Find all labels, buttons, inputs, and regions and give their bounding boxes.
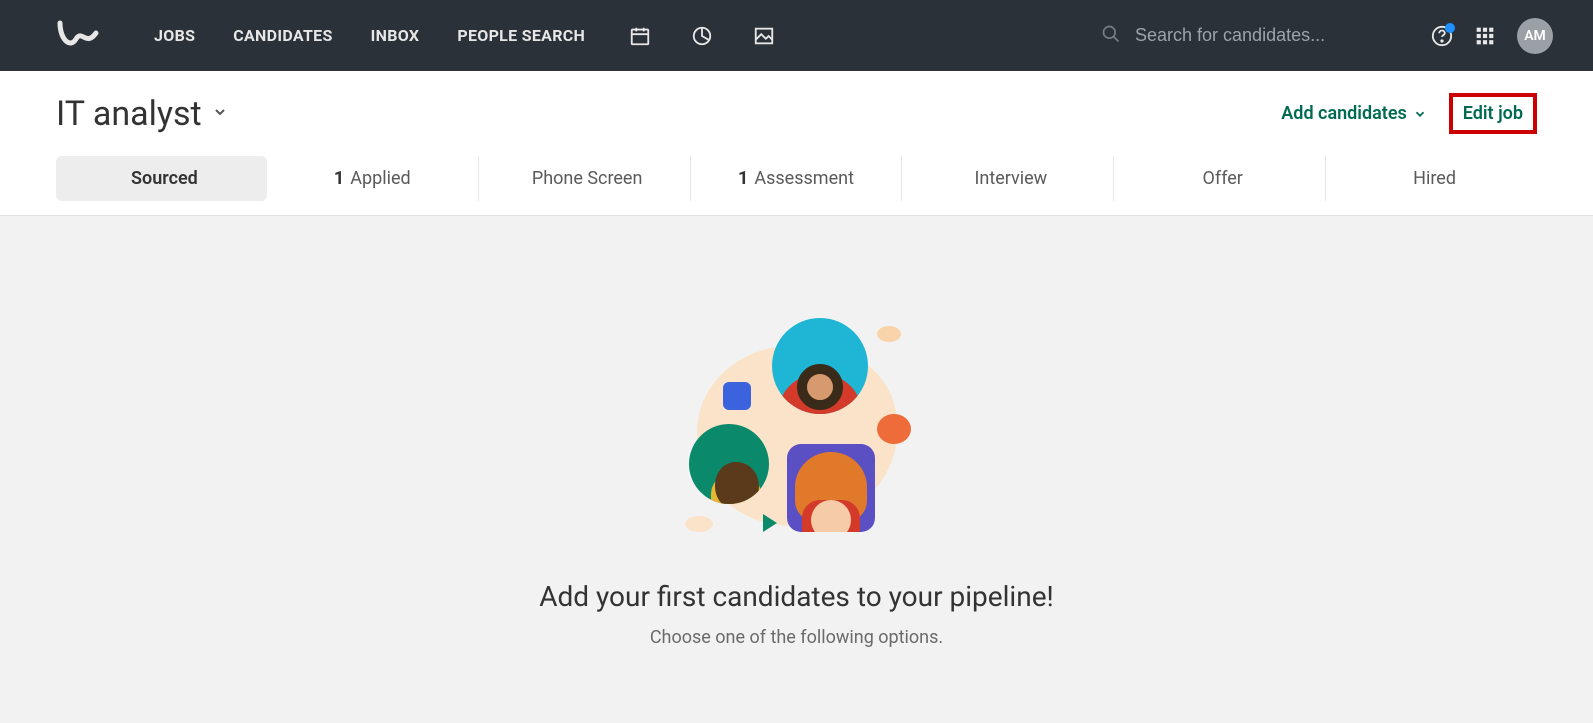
nav-link-candidates[interactable]: CANDIDATES <box>233 26 332 45</box>
help-icon[interactable] <box>1431 25 1453 47</box>
stage-label: Applied <box>350 168 410 189</box>
nav-icons <box>629 25 775 47</box>
empty-state: Add your first candidates to your pipeli… <box>0 216 1593 708</box>
add-candidates-label: Add candidates <box>1281 103 1406 124</box>
logo[interactable] <box>56 19 102 53</box>
stage-hired[interactable]: Hired <box>1326 156 1537 201</box>
stage-label: Hired <box>1413 168 1456 189</box>
empty-title: Add your first candidates to your pipeli… <box>0 580 1593 613</box>
top-nav: JOBS CANDIDATES INBOX PEOPLE SEARCH AM <box>0 0 1593 71</box>
add-candidates-button[interactable]: Add candidates <box>1281 103 1426 124</box>
stage-label: Assessment <box>754 168 854 189</box>
nav-links: JOBS CANDIDATES INBOX PEOPLE SEARCH <box>154 26 585 45</box>
stage-interview[interactable]: Interview <box>902 156 1114 201</box>
nav-search <box>1101 24 1355 48</box>
apps-icon[interactable] <box>1475 26 1495 46</box>
logo-icon <box>56 19 102 53</box>
stage-applied[interactable]: 1 Applied <box>267 156 479 201</box>
stage-assessment[interactable]: 1 Assessment <box>691 156 903 201</box>
header-actions: Add candidates Edit job <box>1281 93 1537 134</box>
nav-link-jobs[interactable]: JOBS <box>154 26 195 45</box>
reports-icon[interactable] <box>691 25 713 47</box>
stage-count: 1 <box>334 168 344 189</box>
empty-subtitle: Choose one of the following options. <box>0 627 1593 648</box>
job-title-dropdown[interactable]: IT analyst <box>56 94 228 134</box>
notification-dot-icon <box>1445 23 1455 33</box>
stage-label: Offer <box>1203 168 1243 189</box>
avatar[interactable]: AM <box>1517 18 1553 54</box>
job-title: IT analyst <box>56 94 202 134</box>
stage-sourced[interactable]: Sourced <box>56 156 267 201</box>
page-header: IT analyst Add candidates Edit job <box>0 71 1593 134</box>
nav-right: AM <box>1431 18 1553 54</box>
search-input[interactable] <box>1135 25 1355 46</box>
stage-label: Phone Screen <box>532 168 643 189</box>
calendar-icon[interactable] <box>629 25 651 47</box>
pipeline-stages: Sourced 1 Applied Phone Screen 1 Assessm… <box>0 134 1593 216</box>
chevron-down-icon <box>212 104 228 124</box>
stage-label: Interview <box>975 168 1048 189</box>
search-icon <box>1101 24 1121 48</box>
chevron-down-icon <box>1413 107 1427 121</box>
nav-link-people-search[interactable]: PEOPLE SEARCH <box>457 26 585 45</box>
image-icon[interactable] <box>753 25 775 47</box>
stage-label: Sourced <box>131 168 198 189</box>
empty-illustration <box>667 316 927 556</box>
stage-count: 1 <box>738 168 748 189</box>
edit-job-button[interactable]: Edit job <box>1463 103 1523 124</box>
nav-link-inbox[interactable]: INBOX <box>371 26 420 45</box>
edit-job-highlight: Edit job <box>1449 93 1537 134</box>
stage-phone-screen[interactable]: Phone Screen <box>479 156 691 201</box>
stage-offer[interactable]: Offer <box>1114 156 1326 201</box>
